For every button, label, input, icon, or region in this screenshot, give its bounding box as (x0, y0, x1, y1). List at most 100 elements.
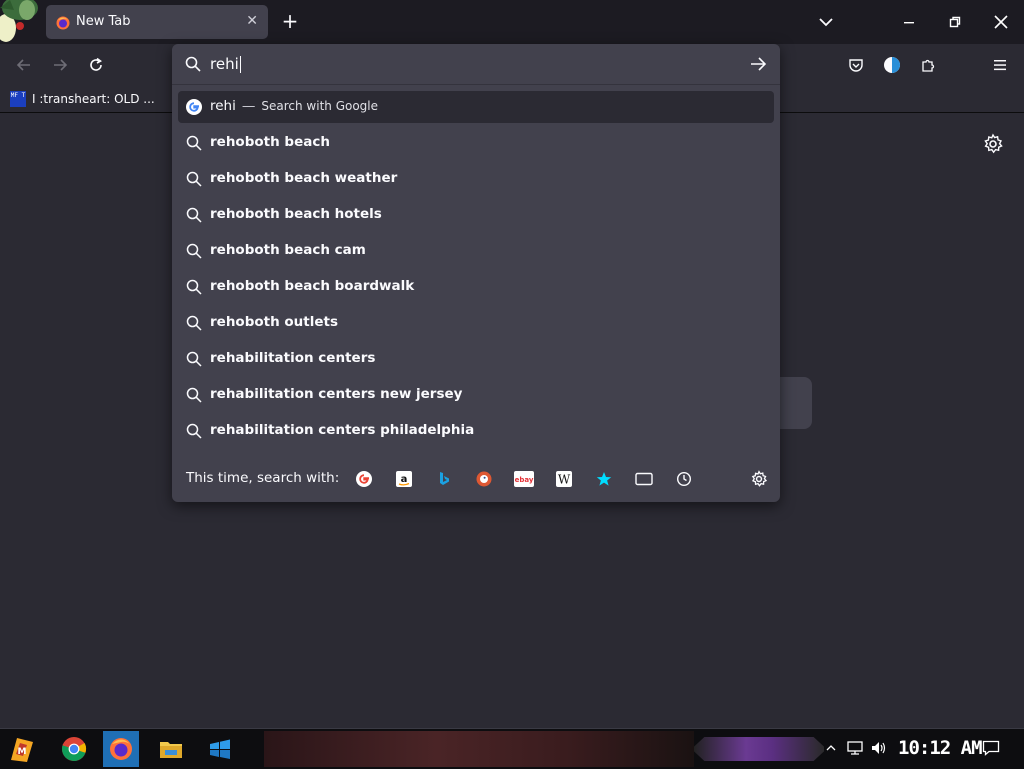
search-bookmarks-button[interactable] (594, 469, 614, 489)
newtab-settings-button[interactable] (982, 133, 1004, 155)
suggestion-row[interactable]: rehoboth beach cam (178, 235, 774, 267)
suggestion-row[interactable]: rehoboth beach (178, 127, 774, 159)
bookmarks-star-icon (596, 472, 612, 486)
urlbar-input[interactable]: rehi (172, 44, 780, 84)
suggestion-label: rehabilitation centers (210, 350, 376, 366)
result-action: Search with Google (261, 99, 379, 113)
taskbar-windows-app[interactable] (202, 731, 238, 767)
taskbar-firefox[interactable] (103, 731, 139, 767)
taskbar-clock[interactable]: 10:12 AM (898, 737, 983, 759)
taskbar-winamp[interactable]: M (4, 731, 40, 767)
avatar-corner-art (0, 0, 42, 44)
google-icon (356, 471, 372, 487)
amazon-icon: a (396, 471, 412, 487)
engine-amazon[interactable]: a (394, 469, 414, 489)
close-window-button[interactable] (978, 0, 1024, 44)
search-icon (186, 315, 202, 331)
search-one-offs: This time, search with: a ebay W (172, 459, 780, 499)
suggestion-label: rehabilitation centers philadelphia (210, 422, 475, 438)
back-button[interactable] (12, 53, 36, 77)
search-tabs-button[interactable] (634, 469, 654, 489)
extension-button[interactable] (880, 53, 904, 77)
reload-button[interactable] (84, 53, 108, 77)
restore-icon (949, 16, 961, 28)
forward-button[interactable] (48, 53, 72, 77)
duckduckgo-icon (476, 471, 492, 487)
tabs-icon (635, 472, 653, 486)
extension-circle-icon (884, 57, 900, 73)
network-icon[interactable] (846, 740, 864, 756)
search-icon (186, 243, 202, 259)
engine-duckduckgo[interactable] (474, 469, 494, 489)
taskbar-window-thumbnail-strip[interactable] (264, 731, 694, 767)
suggestion-row[interactable]: rehabilitation centers new jersey (178, 379, 774, 411)
history-clock-icon (676, 471, 692, 487)
volume-icon[interactable] (870, 740, 888, 756)
suggestion-label: rehoboth beach boardwalk (210, 278, 415, 294)
engine-google[interactable] (354, 469, 374, 489)
ebay-icon: ebay (514, 471, 534, 487)
pocket-button[interactable] (844, 53, 868, 77)
heuristic-result-row[interactable]: rehi — Search with Google (178, 91, 774, 123)
search-icon (186, 423, 202, 439)
suggestion-row[interactable]: rehoboth beach weather (178, 163, 774, 195)
windows-taskbar: M 10:12 AM (0, 728, 1024, 769)
suggestion-label: rehabilitation centers new jersey (210, 386, 463, 402)
tab-close-icon[interactable]: ✕ (246, 13, 258, 29)
urlbar-popup: rehi rehi — Search with Google rehoboth be… (172, 44, 780, 502)
chevron-down-icon (819, 18, 833, 27)
svg-text:M: M (18, 747, 27, 757)
firefox-icon (110, 738, 132, 760)
urlbar-divider (172, 84, 780, 85)
search-icon (186, 351, 202, 367)
tab-strip: New Tab ✕ + (0, 0, 1024, 44)
list-all-tabs-button[interactable] (816, 12, 836, 32)
search-settings-button[interactable] (749, 469, 769, 489)
svg-text:ebay: ebay (515, 476, 534, 484)
engine-bing[interactable] (434, 469, 454, 489)
engine-ebay[interactable]: ebay (514, 469, 534, 489)
back-arrow-icon (16, 59, 30, 71)
file-explorer-icon (160, 742, 182, 758)
tray-overflow-chevron-icon[interactable] (826, 743, 836, 753)
app-menu-button[interactable] (988, 53, 1012, 77)
go-arrow-icon[interactable] (749, 55, 767, 73)
search-icon (186, 279, 202, 295)
minimize-button[interactable] (886, 0, 932, 44)
suggestion-row[interactable]: rehoboth beach hotels (178, 199, 774, 231)
search-icon (186, 387, 202, 403)
tab-new-tab[interactable]: New Tab ✕ (46, 5, 268, 39)
suggestion-row[interactable]: rehoboth beach boardwalk (178, 271, 774, 303)
bookmark-label: I :transheart: OLD ... (32, 92, 155, 106)
taskbar-chrome[interactable] (56, 731, 92, 767)
restore-button[interactable] (932, 0, 978, 44)
bookmark-item[interactable]: MF T I :transheart: OLD ... (10, 89, 155, 109)
gear-icon (984, 133, 1003, 154)
gear-icon (751, 470, 768, 487)
search-history-button[interactable] (674, 469, 694, 489)
extensions-button[interactable] (916, 53, 940, 77)
taskbar-file-explorer[interactable] (153, 731, 189, 767)
result-separator: — (241, 98, 256, 114)
taskbar-decoration (694, 737, 824, 761)
forward-arrow-icon (54, 59, 68, 71)
text-caret (239, 56, 241, 73)
chrome-icon (62, 737, 87, 761)
notifications-icon[interactable] (982, 740, 1000, 756)
pocket-icon (849, 59, 863, 72)
bookmark-favicon: MF T (10, 91, 26, 107)
urlbar-text[interactable]: rehi (210, 55, 241, 73)
hamburger-menu-icon (994, 60, 1006, 71)
wikipedia-icon: W (556, 471, 572, 487)
suggestion-row[interactable]: rehabilitation centers philadelphia (178, 415, 774, 447)
search-icon (186, 171, 202, 187)
engine-wikipedia[interactable]: W (554, 469, 574, 489)
search-icon (185, 56, 201, 72)
minimize-icon (904, 22, 914, 24)
new-tab-button[interactable]: + (280, 10, 300, 32)
newtab-search-box-edge (778, 377, 812, 429)
suggestion-row[interactable]: rehabilitation centers (178, 343, 774, 375)
puzzle-icon (922, 59, 935, 72)
suggestion-row[interactable]: rehoboth outlets (178, 307, 774, 339)
winamp-icon: M (11, 738, 33, 762)
